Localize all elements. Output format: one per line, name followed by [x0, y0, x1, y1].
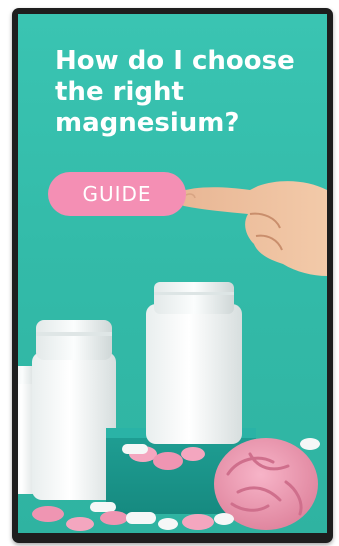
ad-screen: How do I choose the right magnesium? GUI… — [18, 14, 327, 533]
supplement-bottle-main — [146, 282, 242, 444]
supplement-bottle-middle — [32, 320, 116, 500]
pointing-hand-illustration — [176, 181, 327, 276]
display-frame: How do I choose the right magnesium? GUI… — [12, 8, 333, 543]
guide-button[interactable]: GUIDE — [48, 172, 186, 216]
headline: How do I choose the right magnesium? — [55, 46, 295, 138]
